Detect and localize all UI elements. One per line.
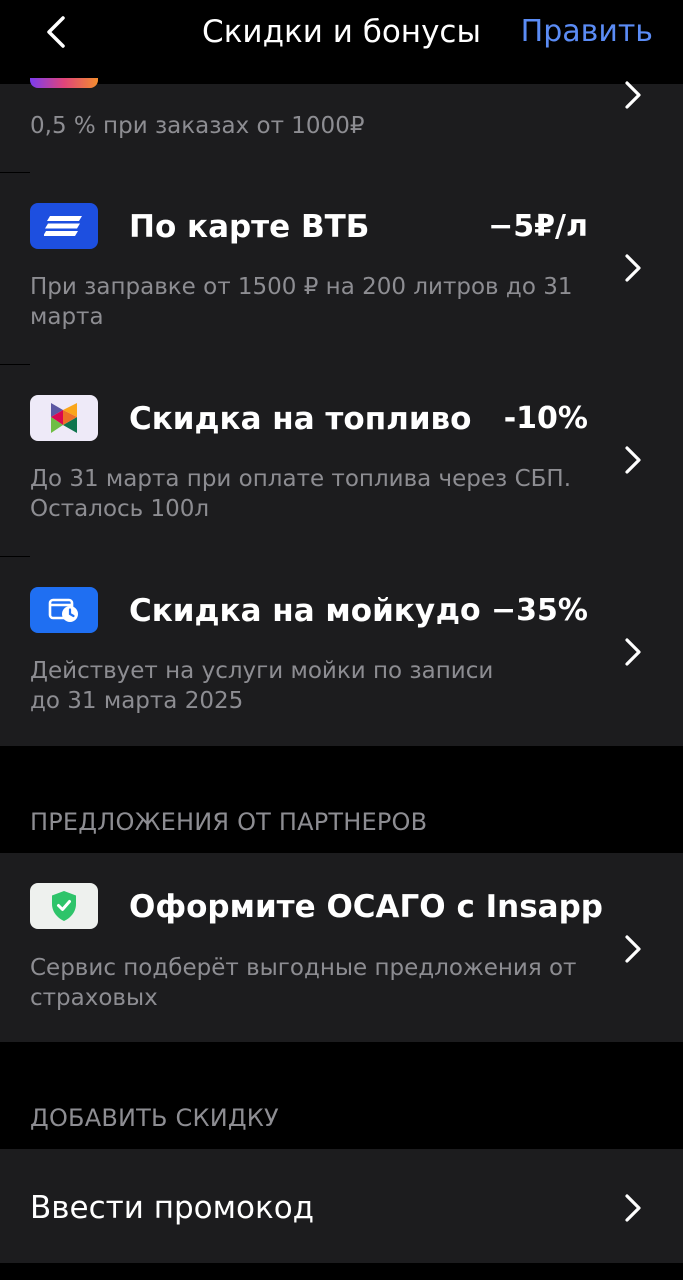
chevron-right-icon bbox=[620, 443, 646, 477]
screen: Скидки и бонусы Править 0,5 % при заказа… bbox=[0, 0, 683, 1280]
discount-value: до −35% bbox=[435, 593, 588, 628]
discounts-list: 0,5 % при заказах от 1000₽ По карте ВТБ … bbox=[0, 78, 683, 746]
vtb-card-icon bbox=[30, 203, 98, 249]
section-header-partners: ПРЕДЛОЖЕНИЯ ОТ ПАРТНЕРОВ bbox=[30, 808, 428, 836]
add-discount-list: Ввести промокод bbox=[0, 1149, 683, 1263]
discount-title: Скидка на мойку bbox=[129, 593, 436, 629]
discount-title: Скидка на топливо bbox=[129, 401, 472, 437]
discount-title: По карте ВТБ bbox=[129, 209, 370, 245]
chevron-right-icon bbox=[620, 251, 646, 285]
discount-description: До 31 марта при оплате топлива через СБП… bbox=[30, 466, 572, 522]
gradient-badge-icon bbox=[30, 78, 98, 88]
divider bbox=[0, 556, 30, 557]
car-wash-clock-icon bbox=[30, 587, 98, 633]
enter-promocode-label: Ввести промокод bbox=[30, 1190, 315, 1226]
discount-value: −5₽/л bbox=[488, 209, 588, 244]
chevron-right-icon bbox=[620, 635, 646, 669]
partner-title: Оформите ОСАГО с Insapp bbox=[129, 889, 603, 925]
edit-button[interactable]: Править bbox=[521, 12, 653, 52]
discount-description: При заправке от 1500 ₽ на 200 литров до … bbox=[30, 274, 573, 330]
sbp-logo-icon bbox=[30, 395, 98, 441]
shield-check-icon bbox=[30, 883, 98, 929]
discount-description: 0,5 % при заказах от 1000₽ bbox=[30, 113, 365, 139]
chevron-right-icon bbox=[620, 932, 646, 966]
partner-description: Сервис подберёт выгодные предложения от … bbox=[30, 955, 577, 1011]
divider bbox=[0, 172, 30, 173]
chevron-right-icon bbox=[620, 1191, 646, 1225]
partners-list: Оформите ОСАГО с Insapp Сервис подберёт … bbox=[0, 853, 683, 1042]
section-header-add-discount: ДОБАВИТЬ СКИДКУ bbox=[30, 1104, 279, 1132]
nav-header: Скидки и бонусы Править bbox=[0, 0, 683, 84]
chevron-right-icon bbox=[620, 78, 646, 112]
discount-value: -10% bbox=[503, 401, 588, 436]
discount-description: Действует на услуги мойки по записи до 3… bbox=[30, 658, 494, 714]
divider bbox=[0, 364, 30, 365]
